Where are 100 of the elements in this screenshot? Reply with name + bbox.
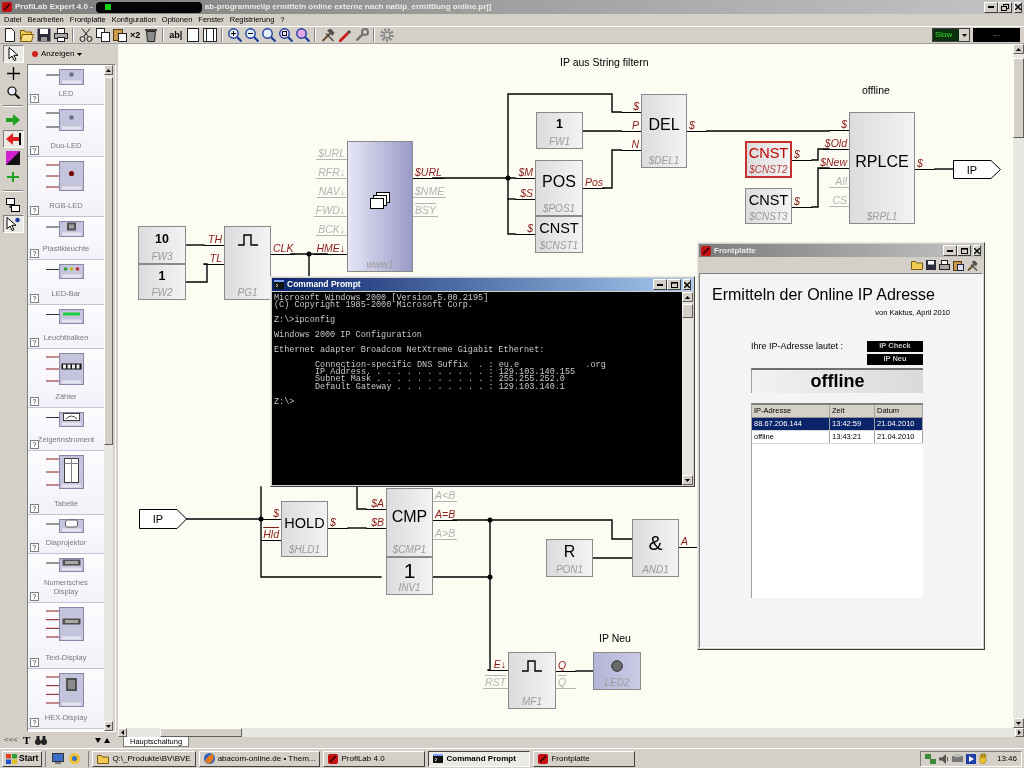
window-title: Frontplatte bbox=[714, 245, 756, 256]
hammer-icon[interactable] bbox=[967, 259, 978, 271]
tool-button[interactable] bbox=[2, 45, 24, 63]
scroll-thumb[interactable] bbox=[1013, 58, 1024, 138]
clock: 13:46 bbox=[996, 753, 1017, 764]
taskbar-button[interactable]: Command Prompt bbox=[428, 750, 531, 767]
wire bbox=[811, 167, 830, 208]
binoculars-icon[interactable] bbox=[35, 735, 48, 745]
play-icon[interactable] bbox=[965, 753, 976, 764]
taskbar-button[interactable]: abacom-online.de • Them... bbox=[198, 750, 321, 767]
restore-button[interactable] bbox=[998, 1, 1012, 13]
printer-icon[interactable] bbox=[939, 260, 950, 270]
console-line: Ethernet adapter Broadcom NetXtreme Gigabit Ethernet: bbox=[274, 346, 545, 355]
numeric-display-component-icon bbox=[46, 558, 86, 572]
scroll-thumb[interactable] bbox=[682, 304, 693, 318]
function-block[interactable]: 1 INV1 bbox=[386, 557, 433, 595]
save-icon[interactable] bbox=[926, 260, 936, 270]
taskbar-button[interactable]: Frontplatte bbox=[533, 750, 636, 767]
vertical-scrollbar[interactable] bbox=[104, 65, 113, 731]
function-block[interactable]: DEL $DEL1 bbox=[641, 94, 687, 168]
led-icon bbox=[611, 660, 623, 672]
text-tool-button[interactable]: ab| bbox=[167, 28, 185, 42]
zoom-in-icon[interactable] bbox=[227, 28, 242, 42]
vertical-scrollbar[interactable] bbox=[1013, 44, 1024, 728]
collapse-button[interactable]: <<< bbox=[4, 735, 18, 745]
duplicate-button[interactable]: ×2 bbox=[128, 28, 143, 42]
hammer-icon[interactable] bbox=[320, 28, 335, 42]
minimize-button[interactable] bbox=[943, 245, 957, 256]
function-block[interactable]: HOLD $HLD1 bbox=[281, 501, 328, 557]
close-button[interactable] bbox=[1014, 1, 1022, 13]
copy-icon[interactable] bbox=[95, 28, 110, 42]
open-folder-icon[interactable] bbox=[19, 28, 34, 42]
scroll-down-button[interactable] bbox=[1013, 718, 1024, 728]
console-icon bbox=[433, 754, 444, 763]
text-button[interactable]: T bbox=[23, 733, 31, 747]
vertical-scrollbar[interactable] bbox=[682, 292, 693, 485]
paste-icon[interactable] bbox=[112, 28, 127, 42]
close-button[interactable] bbox=[973, 245, 981, 256]
scroll-up-button[interactable] bbox=[104, 65, 113, 75]
tool-button[interactable] bbox=[2, 130, 24, 148]
scroll-up-button[interactable] bbox=[1013, 44, 1024, 54]
printer-icon[interactable] bbox=[53, 28, 68, 42]
minimize-button[interactable] bbox=[653, 279, 667, 290]
disc-icon[interactable] bbox=[69, 753, 81, 764]
close-button[interactable] bbox=[683, 279, 691, 290]
scroll-down-button[interactable] bbox=[104, 721, 113, 731]
function-block[interactable]: CNST $CNST2 bbox=[745, 141, 792, 178]
scroll-up-button[interactable] bbox=[682, 292, 693, 302]
horizontal-scrollbar[interactable] bbox=[118, 728, 1024, 737]
maximize-button[interactable] bbox=[667, 279, 681, 290]
scroll-thumb[interactable] bbox=[104, 77, 113, 445]
magnifier-icon[interactable] bbox=[278, 28, 293, 42]
speed-dropdown[interactable]: Slow bbox=[932, 28, 970, 42]
block-title: CNST bbox=[748, 192, 789, 208]
function-block[interactable]: CNST $CNST1 bbox=[535, 216, 583, 253]
arrow-down-icon[interactable] bbox=[95, 737, 101, 743]
console-line: Z:\>ipconfig bbox=[274, 317, 336, 325]
console-line: Connection-specific DNS Suffix . : eu.e .org bbox=[314, 361, 606, 369]
annotation-text: offline bbox=[862, 84, 890, 96]
scroll-right-button[interactable] bbox=[1015, 728, 1024, 737]
function-block[interactable]: 10 FW3 bbox=[138, 226, 186, 264]
clipboard-icon[interactable] bbox=[953, 259, 964, 271]
function-block[interactable]: CMP $CMP1 bbox=[386, 488, 433, 557]
block-label: MF1 bbox=[522, 696, 542, 708]
save-icon[interactable] bbox=[36, 28, 51, 42]
cut-icon[interactable] bbox=[78, 28, 93, 42]
block-label: $CNST1 bbox=[539, 240, 579, 252]
function-block[interactable]: & AND1 bbox=[632, 519, 679, 577]
trash-icon[interactable] bbox=[143, 28, 158, 42]
function-block[interactable]: POS $POS1 bbox=[535, 160, 583, 216]
tool-button[interactable] bbox=[2, 215, 24, 233]
rectangle-icon[interactable] bbox=[185, 28, 200, 42]
function-block[interactable]: 1 FW1 bbox=[536, 112, 583, 149]
open-folder-icon[interactable] bbox=[911, 260, 923, 270]
panel-icon[interactable] bbox=[202, 28, 217, 42]
network-icon[interactable] bbox=[924, 753, 936, 764]
scroll-left-button[interactable] bbox=[118, 728, 127, 737]
new-file-icon[interactable] bbox=[2, 28, 17, 42]
taskbar-button[interactable]: Q:\_Produkte\BV\BVE bbox=[92, 750, 196, 767]
scroll-down-button[interactable] bbox=[682, 475, 693, 485]
taskbar-button[interactable]: ProfiLab 4.0 bbox=[323, 750, 426, 767]
key-icon[interactable] bbox=[354, 28, 369, 42]
function-block[interactable]: R PON1 bbox=[546, 539, 593, 577]
speaker-icon[interactable] bbox=[938, 753, 949, 764]
block-label: www1 bbox=[366, 259, 394, 271]
show-desktop-icon[interactable] bbox=[52, 753, 65, 764]
scroll-thumb[interactable] bbox=[160, 728, 242, 737]
function-block[interactable]: RPLCE $RPL1 bbox=[849, 112, 915, 224]
arrow-up-icon[interactable] bbox=[104, 737, 110, 743]
minimize-button[interactable] bbox=[984, 1, 998, 13]
magnifier-icon[interactable] bbox=[261, 28, 276, 42]
function-block[interactable]: CNST $CNST3 bbox=[745, 188, 792, 224]
zoom-out-icon[interactable] bbox=[244, 28, 259, 42]
start-button[interactable]: Start bbox=[2, 750, 43, 767]
function-block[interactable]: 1 FW2 bbox=[138, 264, 186, 300]
block-label: INV1 bbox=[398, 582, 421, 594]
maximize-button[interactable] bbox=[957, 245, 971, 256]
square-icon bbox=[104, 4, 111, 10]
pen-icon[interactable] bbox=[337, 28, 352, 42]
category-dropdown[interactable]: Anzeigen bbox=[27, 44, 116, 64]
